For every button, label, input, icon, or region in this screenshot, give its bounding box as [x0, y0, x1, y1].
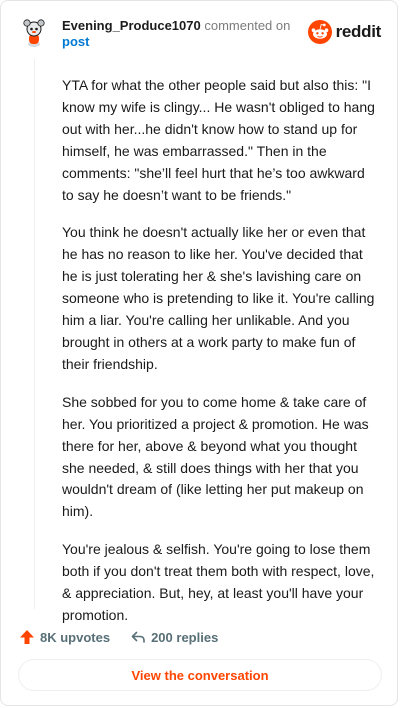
view-conversation-button[interactable]: View the conversation	[18, 659, 382, 691]
replies-button[interactable]: 200 replies	[130, 629, 218, 645]
commented-on-label: commented on	[204, 18, 291, 33]
reddit-logo[interactable]: reddit	[307, 20, 382, 44]
comment-body: YTA for what the other people said but a…	[62, 75, 380, 643]
comment-actions: 8K upvotes 200 replies	[19, 627, 238, 647]
upvote-arrow-icon	[20, 630, 34, 644]
comment-header: Evening_Produce1070 commented on post re…	[17, 15, 381, 55]
embedded-comment-card: Evening_Produce1070 commented on post re…	[0, 0, 398, 706]
username-link[interactable]: Evening_Produce1070	[62, 18, 201, 33]
thread-line	[34, 59, 35, 609]
reply-count: 200 replies	[151, 629, 219, 645]
reddit-wordmark: reddit	[335, 22, 382, 41]
upvote-button[interactable]: 8K upvotes	[19, 629, 110, 645]
user-avatar[interactable]	[19, 17, 49, 47]
post-link[interactable]: post	[62, 34, 302, 50]
comment-meta: Evening_Produce1070 commented on post	[62, 18, 302, 50]
reddit-logo-icon	[307, 20, 332, 44]
comment-paragraph: She sobbed for you to come home & take c…	[62, 393, 369, 520]
comment-paragraph: You're jealous & selfish. You're going t…	[62, 541, 375, 623]
comment-paragraph: YTA for what the other people said but a…	[62, 77, 375, 203]
comment-paragraph: You think he doesn't actually like her o…	[62, 224, 375, 372]
upvote-count: 8K upvotes	[40, 629, 111, 645]
reply-arrow-icon	[131, 631, 145, 643]
